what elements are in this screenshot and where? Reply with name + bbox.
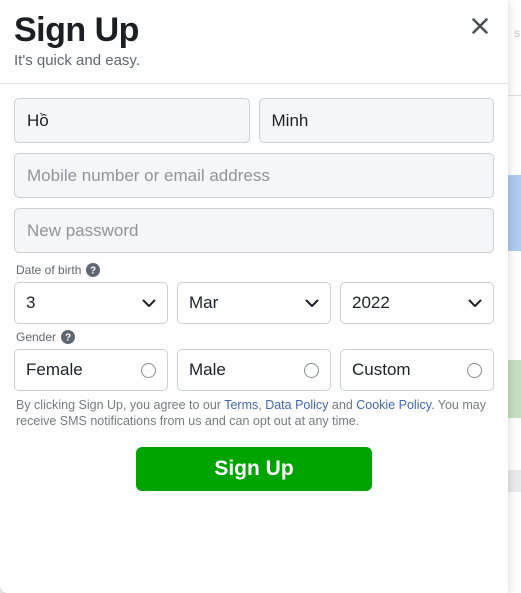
gender-label: Gender xyxy=(16,330,57,344)
chevron-down-icon xyxy=(305,299,319,308)
page-title: Sign Up xyxy=(14,11,139,49)
cookie-policy-link[interactable]: Cookie Policy xyxy=(356,398,431,412)
dob-day-select[interactable]: 3 xyxy=(14,282,168,324)
background-divider xyxy=(508,95,521,96)
background-green-strip xyxy=(508,360,521,418)
background-column xyxy=(508,0,521,593)
legal-text: By clicking Sign Up, you agree to our Te… xyxy=(16,397,492,429)
radio-icon[interactable] xyxy=(467,362,482,378)
background-blue-strip xyxy=(508,175,521,251)
svg-text:?: ? xyxy=(65,333,71,344)
first-name-input[interactable] xyxy=(14,98,250,143)
dob-month-value: Mar xyxy=(189,293,219,312)
gender-label-row: Gender ? xyxy=(16,330,494,344)
surname-input[interactable] xyxy=(258,98,494,143)
submit-wrap: Sign Up xyxy=(14,447,494,491)
dob-day-value: 3 xyxy=(26,293,36,312)
contact-row xyxy=(14,153,494,198)
gender-row: Female Male Custom xyxy=(14,349,494,391)
terms-link[interactable]: Terms xyxy=(224,398,258,412)
chevron-down-icon xyxy=(142,299,156,308)
legal-sep2: and xyxy=(328,398,357,412)
password-input[interactable] xyxy=(14,208,494,253)
dialog-subtitle: It's quick and easy. xyxy=(14,52,140,69)
chevron-down-icon xyxy=(468,299,482,308)
gender-option-custom[interactable]: Custom xyxy=(340,349,494,391)
dob-month-select[interactable]: Mar xyxy=(177,282,331,324)
close-icon xyxy=(469,15,491,37)
help-icon[interactable]: ? xyxy=(61,330,76,344)
svg-text:?: ? xyxy=(90,266,96,277)
signup-button[interactable]: Sign Up xyxy=(136,447,372,491)
dob-year-value: 2022 xyxy=(352,293,390,312)
signup-form: Date of birth ? 3 Mar xyxy=(0,84,508,491)
gender-option-label: Male xyxy=(189,360,226,379)
contact-input[interactable] xyxy=(14,153,494,198)
dob-label-row: Date of birth ? xyxy=(16,263,494,277)
gender-option-male[interactable]: Male xyxy=(177,349,331,391)
help-icon[interactable]: ? xyxy=(86,263,101,277)
background-gray-strip xyxy=(508,470,521,492)
radio-icon[interactable] xyxy=(304,362,319,378)
background-gap xyxy=(508,418,521,428)
legal-prefix: By clicking Sign Up, you agree to our xyxy=(16,398,225,412)
first-name-wrap xyxy=(14,98,250,143)
gender-option-label: Custom xyxy=(352,360,411,379)
name-row xyxy=(14,98,494,143)
signup-dialog: Sign Up It's quick and easy. Da xyxy=(0,0,508,593)
dob-row: 3 Mar 2022 xyxy=(14,282,494,324)
dob-year-select[interactable]: 2022 xyxy=(340,282,494,324)
gender-option-female[interactable]: Female xyxy=(14,349,168,391)
dialog-header: Sign Up It's quick and easy. xyxy=(0,0,508,84)
close-button[interactable] xyxy=(466,12,494,40)
surname-wrap xyxy=(258,98,494,143)
data-policy-link[interactable]: Data Policy xyxy=(265,398,328,412)
dob-label: Date of birth xyxy=(16,263,82,277)
background-ghost-text: s xyxy=(514,26,520,40)
gender-option-label: Female xyxy=(26,360,83,379)
radio-icon[interactable] xyxy=(141,362,156,378)
password-row xyxy=(14,208,494,253)
